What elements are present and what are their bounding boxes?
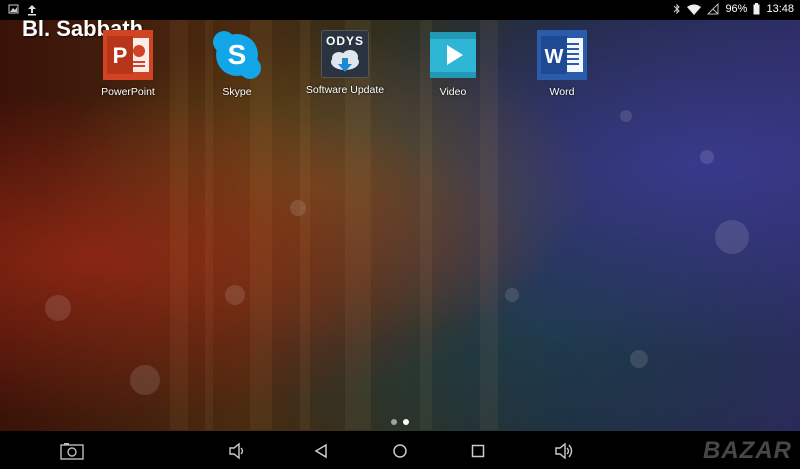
- app-label: PowerPoint: [101, 86, 155, 98]
- home-button[interactable]: [388, 439, 412, 463]
- app-software-update[interactable]: ODYS Software Update: [290, 30, 400, 96]
- clock: 13:48: [766, 3, 794, 15]
- app-label: Software Update: [305, 84, 385, 96]
- recents-icon: [471, 444, 485, 458]
- page-indicator: [391, 419, 409, 425]
- battery-percent: 96%: [725, 3, 748, 15]
- svg-text:P: P: [113, 43, 128, 68]
- navigation-bar: BAZAR: [0, 431, 800, 469]
- back-button[interactable]: [309, 439, 333, 463]
- volume-up-button[interactable]: [552, 439, 576, 463]
- app-label: Video: [439, 86, 467, 98]
- software-update-icon: ODYS: [321, 30, 369, 78]
- app-powerpoint[interactable]: P PowerPoint: [73, 30, 183, 98]
- bazar-watermark: BAZAR: [703, 437, 792, 464]
- app-word[interactable]: W Word: [507, 30, 617, 98]
- app-video[interactable]: Video: [398, 30, 508, 98]
- bluetooth-icon: [674, 3, 681, 15]
- back-icon: [314, 443, 327, 459]
- no-sim-icon: [707, 3, 719, 15]
- svg-text:W: W: [545, 46, 564, 68]
- svg-text:S: S: [228, 39, 247, 70]
- word-icon: W: [537, 30, 587, 80]
- app-label: Word: [549, 86, 575, 98]
- upload-icon: [28, 5, 36, 16]
- powerpoint-icon: P: [103, 30, 153, 80]
- home-icon: [393, 444, 407, 458]
- app-label: Skype: [222, 86, 252, 98]
- odys-logo-text: ODYS: [325, 34, 364, 48]
- page-dot: [391, 419, 397, 425]
- skype-icon: S: [212, 30, 262, 80]
- app-skype[interactable]: S Skype: [182, 30, 292, 98]
- volume-down-icon: [229, 442, 244, 460]
- image-notification-icon: [8, 4, 19, 14]
- volume-up-icon: [555, 442, 573, 460]
- page-dot-active: [403, 419, 409, 425]
- video-icon: [428, 30, 478, 80]
- recents-button[interactable]: [466, 439, 490, 463]
- screenshot-icon: [60, 443, 84, 460]
- screenshot-button[interactable]: [60, 439, 84, 463]
- wifi-icon: [687, 4, 702, 15]
- volume-down-button[interactable]: [225, 439, 249, 463]
- battery-icon: [753, 3, 760, 15]
